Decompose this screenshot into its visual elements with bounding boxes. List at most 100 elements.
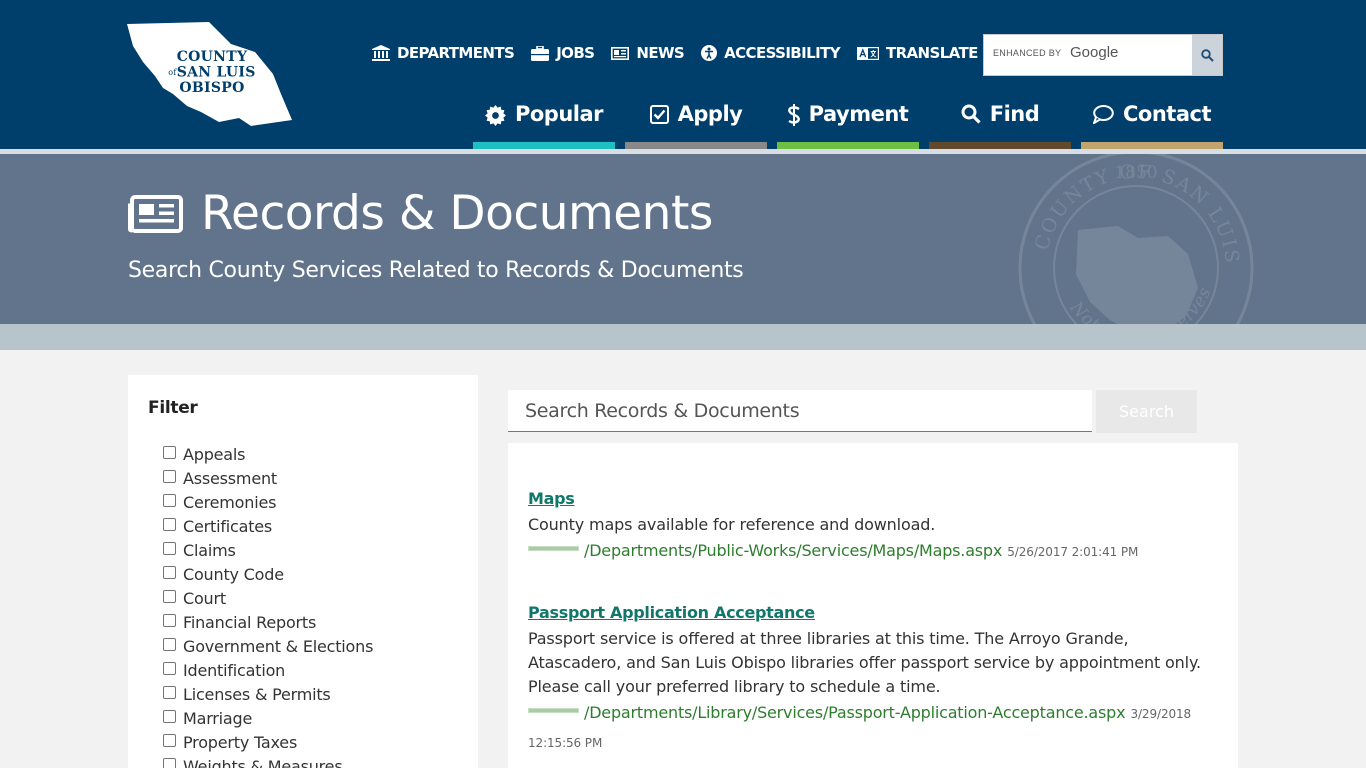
nav-popular[interactable]: Popular: [473, 92, 615, 149]
newspaper-icon: [611, 46, 630, 60]
nav-jobs[interactable]: JOBS: [531, 42, 595, 64]
nav-contact[interactable]: Contact: [1081, 92, 1223, 149]
filter-option-label: Certificates: [183, 516, 273, 536]
filter-option-label: Ceremonies: [183, 492, 277, 512]
records-search-button[interactable]: Search: [1096, 390, 1197, 433]
filter-option[interactable]: Marriage: [163, 706, 373, 730]
filter-option[interactable]: Weights & Measures: [163, 754, 373, 768]
filter-checkbox[interactable]: [163, 733, 176, 747]
nav-find-label: Find: [989, 102, 1040, 126]
nav-news[interactable]: NEWS: [611, 42, 685, 64]
google-brand: Google: [1070, 44, 1119, 61]
filter-checkbox[interactable]: [163, 757, 176, 768]
nav-translate[interactable]: TRANSLATE: [856, 42, 978, 64]
result-date: 5/26/2017 2:01:41 PM: [1007, 545, 1139, 559]
checkbox-icon: [649, 105, 669, 124]
filter-option[interactable]: Ceremonies: [163, 490, 373, 514]
result-title-link[interactable]: Maps: [528, 489, 1218, 508]
filter-option[interactable]: Identification: [163, 658, 373, 682]
briefcase-icon: [531, 45, 550, 61]
nav-popular-bar: [473, 142, 615, 149]
filter-option[interactable]: Property Taxes: [163, 730, 373, 754]
nav-find-bar: [929, 142, 1071, 149]
filter-list: Appeals Assessment Ceremonies Certificat…: [163, 442, 373, 768]
nav-payment-bar: [777, 142, 919, 149]
accessibility-icon: [701, 45, 718, 61]
filter-checkbox[interactable]: [163, 565, 176, 579]
filter-option[interactable]: County Code: [163, 562, 373, 586]
filter-checkbox[interactable]: [163, 541, 176, 555]
result-title-link[interactable]: Passport Application Acceptance: [528, 603, 1218, 622]
translate-icon: [856, 46, 879, 60]
filter-option-label: Licenses & Permits: [183, 684, 331, 704]
nav-apply[interactable]: Apply: [625, 92, 767, 149]
filter-option[interactable]: Licenses & Permits: [163, 682, 373, 706]
page-subtitle: Search County Services Related to Record…: [128, 258, 744, 283]
utility-nav: DEPARTMENTS JOBS NEWS ACCESSIBILITY TRAN…: [372, 42, 995, 64]
filter-checkbox[interactable]: [163, 493, 176, 507]
result-description: Passport service is offered at three lib…: [528, 629, 1201, 696]
nav-news-label: NEWS: [636, 44, 685, 62]
hero-banner: COUNTY OF SAN LUIS OBISPO Not For Oursel…: [0, 154, 1366, 324]
result-description: County maps available for reference and …: [528, 515, 936, 534]
nav-accessibility[interactable]: ACCESSIBILITY: [701, 42, 841, 64]
logo-line1: COUNTY: [176, 49, 248, 65]
result-url[interactable]: /Departments/Library/Services/Passport-A…: [584, 703, 1126, 722]
building-icon: [372, 45, 390, 61]
filter-checkbox[interactable]: [163, 637, 176, 651]
seal-year: 1850: [1114, 163, 1157, 183]
filter-option-label: Identification: [183, 660, 286, 680]
records-search-input[interactable]: Search Records & Documents: [508, 390, 1092, 432]
nav-apply-bar: [625, 142, 767, 149]
nav-departments[interactable]: DEPARTMENTS: [372, 42, 515, 64]
nav-accessibility-label: ACCESSIBILITY: [724, 44, 840, 62]
filter-option-label: Appeals: [183, 444, 246, 464]
filter-checkbox[interactable]: [163, 685, 176, 699]
filter-checkbox[interactable]: [163, 517, 176, 531]
filter-option-label: County Code: [183, 564, 284, 584]
nav-contact-label: Contact: [1123, 102, 1212, 126]
filter-option[interactable]: Court: [163, 586, 373, 610]
nav-find[interactable]: Find: [929, 92, 1071, 149]
filter-option-label: Government & Elections: [183, 636, 374, 656]
result-url[interactable]: /Departments/Public-Works/Services/Maps/…: [584, 541, 1002, 560]
nav-payment[interactable]: Payment: [777, 92, 919, 149]
filter-option[interactable]: Appeals: [163, 442, 373, 466]
main-nav: Popular Apply Payment Find Contact: [473, 92, 1223, 149]
result-item: Passport Application Acceptance Passport…: [528, 603, 1218, 757]
filter-option-label: Marriage: [183, 708, 253, 728]
relevance-bar: [528, 546, 579, 551]
nav-departments-label: DEPARTMENTS: [397, 44, 515, 62]
filter-option[interactable]: Assessment: [163, 466, 373, 490]
nav-popular-label: Popular: [514, 102, 604, 126]
search-icon: [1200, 48, 1214, 62]
filter-option[interactable]: Government & Elections: [163, 634, 373, 658]
result-meta: /Departments/Library/Services/Passport-A…: [528, 699, 1218, 757]
filter-checkbox[interactable]: [163, 589, 176, 603]
page-title: Records & Documents: [128, 186, 713, 241]
filter-option[interactable]: Certificates: [163, 514, 373, 538]
filter-checkbox[interactable]: [163, 613, 176, 627]
filter-option-label: Weights & Measures: [183, 756, 343, 768]
filter-option-label: Property Taxes: [183, 732, 298, 752]
filter-option-label: Claims: [183, 540, 236, 560]
result-meta: /Departments/Public-Works/Services/Maps/…: [528, 537, 1218, 566]
google-search[interactable]: ENHANCED BY Google: [983, 34, 1223, 76]
chat-icon: [1093, 105, 1114, 124]
logo-line2: SAN LUIS: [176, 64, 256, 81]
dollar-icon: [787, 104, 800, 126]
filter-option[interactable]: Claims: [163, 538, 373, 562]
google-search-button[interactable]: [1192, 35, 1222, 75]
filter-option-label: Assessment: [183, 468, 277, 488]
search-icon: [961, 104, 981, 124]
filter-checkbox[interactable]: [163, 469, 176, 483]
nav-payment-label: Payment: [808, 102, 909, 126]
filter-panel: Filter Appeals Assessment Ceremonies Cer…: [128, 375, 478, 768]
filter-option[interactable]: Financial Reports: [163, 610, 373, 634]
filter-checkbox[interactable]: [163, 661, 176, 675]
nav-contact-bar: [1081, 142, 1223, 149]
relevance-bar: [528, 708, 579, 713]
filter-checkbox[interactable]: [163, 445, 176, 459]
nav-jobs-label: JOBS: [556, 44, 595, 62]
filter-checkbox[interactable]: [163, 709, 176, 723]
